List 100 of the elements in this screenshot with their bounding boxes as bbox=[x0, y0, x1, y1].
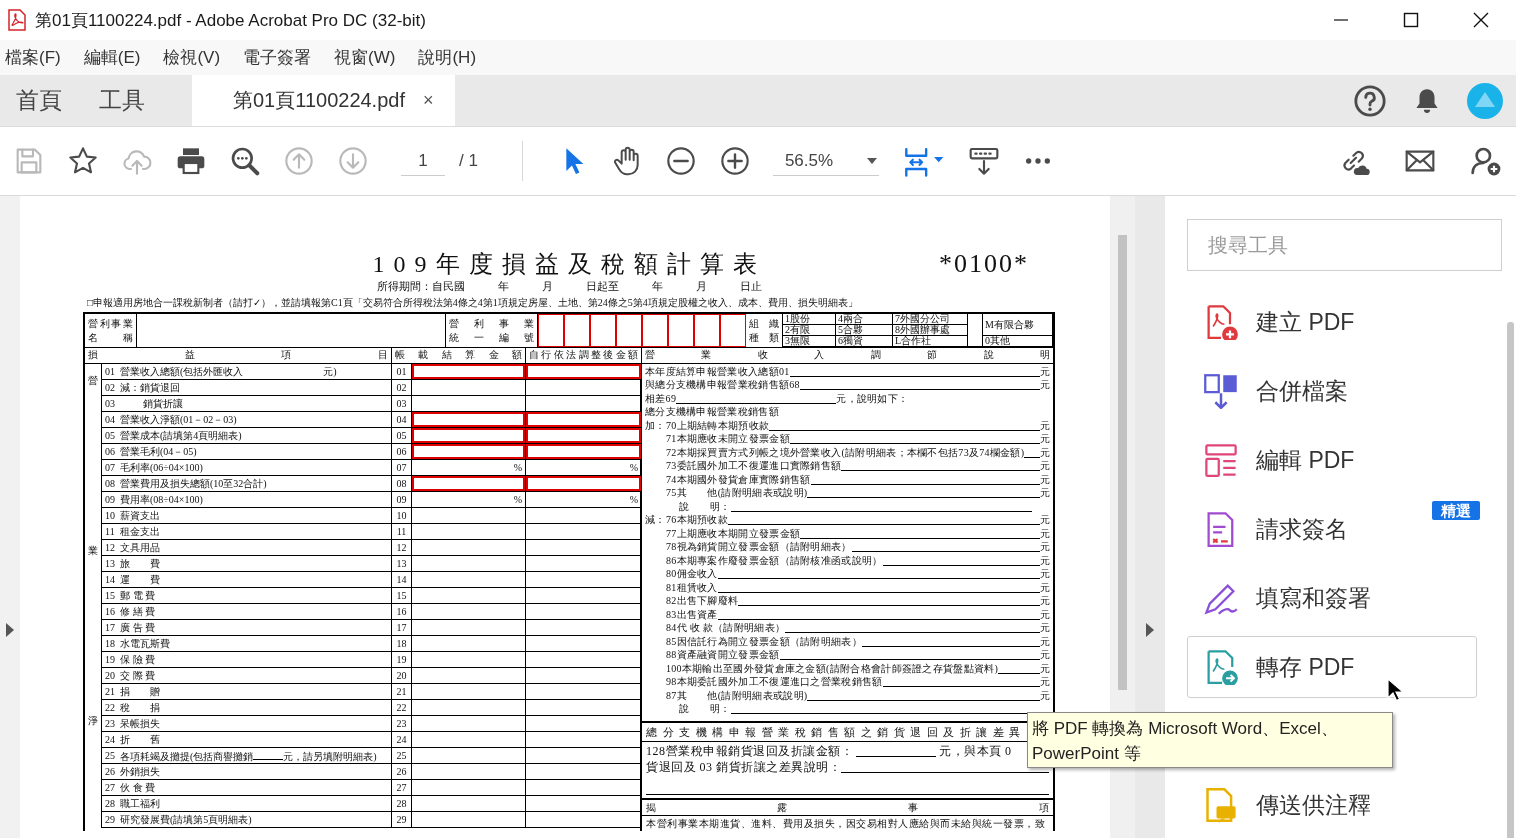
search-field[interactable]: 搜尋工具 bbox=[1187, 219, 1502, 271]
tab[interactable]: 第01頁1100224.pdf × bbox=[192, 75, 455, 126]
menu-item[interactable]: 電子簽署 bbox=[243, 46, 312, 69]
line-label: 與總分支機構申報營業稅銷售額68 bbox=[645, 379, 800, 391]
line-label: 貨退回及 03 銷貨折讓之差異說明： bbox=[646, 760, 841, 774]
unit-label: 元 bbox=[1039, 541, 1050, 553]
menu-item[interactable]: 視窗(W) bbox=[334, 46, 396, 69]
search-icon[interactable] bbox=[229, 145, 261, 177]
unit-label: 元 bbox=[1039, 473, 1050, 486]
close-icon[interactable] bbox=[1472, 11, 1490, 29]
triangle-right-icon[interactable] bbox=[6, 623, 14, 637]
triangle-right-icon[interactable] bbox=[1146, 623, 1154, 637]
unit-label: 元 bbox=[1039, 419, 1050, 432]
row-code: 07 bbox=[392, 460, 412, 476]
tool-item[interactable]: 合併檔案 bbox=[1187, 360, 1477, 422]
row-code: 08 bbox=[392, 476, 412, 492]
option-label: 7外國分公司 bbox=[893, 314, 968, 325]
tool-item[interactable]: 編輯 PDF bbox=[1187, 429, 1477, 491]
field-label: 營利事業 bbox=[449, 316, 534, 331]
page-number-field[interactable]: 1 bbox=[401, 146, 445, 176]
line-label: 82出售下腳廢料 bbox=[666, 595, 739, 607]
option-label: M有限合夥 bbox=[983, 314, 1053, 336]
menu-item[interactable]: 檔案(F) bbox=[5, 46, 61, 69]
zoom-in-icon[interactable] bbox=[718, 145, 751, 177]
line-label: 說 明： bbox=[679, 703, 731, 715]
line-label: 100本期輸出至國外發貨倉庫之金額(請附合格會計師簽證之存貨盤點資料) bbox=[666, 662, 999, 675]
row-label: 薪資支出 bbox=[120, 509, 160, 523]
printer-icon[interactable] bbox=[175, 145, 207, 177]
digit-box bbox=[564, 314, 590, 347]
menu-item[interactable]: 說明(H) bbox=[418, 46, 477, 69]
unit-label: 元 bbox=[1039, 581, 1050, 594]
row-number: 23 bbox=[105, 717, 115, 731]
column-header: 損益項目 bbox=[85, 348, 392, 363]
option-label: 1股份 bbox=[783, 314, 836, 325]
tool-item[interactable]: 填寫和簽署 bbox=[1187, 567, 1477, 629]
unit-label: 元 bbox=[1039, 365, 1050, 378]
menu-item[interactable]: 檢視(V) bbox=[163, 46, 221, 69]
line-label: 70上期結轉本期預收款 bbox=[666, 419, 770, 432]
line-label: 71本期應收未開立發票金額 bbox=[666, 433, 790, 445]
tooltip: 將 PDF 轉換為 Microsoft Word、Excel、PowerPoint 等 bbox=[1027, 712, 1393, 768]
period-line: 所得期間：自民國 年 月 日起至 年 月 日止 bbox=[376, 280, 762, 293]
row-label: 水電瓦斯費 bbox=[120, 637, 170, 651]
line-label: 72本期採買賣方式列帳之境外營業收入(請附明細表；本欄不包括73及74欄金額) bbox=[666, 446, 1025, 459]
tool-item[interactable]: 請求簽名 精選 bbox=[1187, 498, 1477, 560]
row-number: 02 bbox=[105, 381, 115, 395]
option-label: 4兩合 bbox=[836, 314, 893, 325]
scroll-icon[interactable] bbox=[967, 145, 1000, 177]
row-label: 費用率(08÷04×100) bbox=[120, 493, 203, 507]
digit-box bbox=[668, 314, 694, 347]
line-label: 78視為銷貨開立發票金額（請附明細表） bbox=[666, 541, 852, 553]
scrollbar-thumb[interactable] bbox=[1507, 322, 1514, 838]
group-label: 加： bbox=[645, 418, 666, 432]
line-label: 83出售資產 bbox=[666, 608, 718, 621]
help-icon[interactable] bbox=[1353, 83, 1387, 118]
tool-item[interactable]: 轉存 PDF bbox=[1187, 636, 1477, 698]
row-number: 03 bbox=[105, 397, 115, 411]
line-label: 87其 他(請附明細表或說明) bbox=[666, 689, 808, 702]
close-tab-button[interactable]: × bbox=[423, 90, 434, 111]
row-number: 13 bbox=[105, 557, 115, 571]
row-code: 10 bbox=[392, 508, 412, 524]
row-code: 20 bbox=[392, 668, 412, 684]
maximize-icon[interactable] bbox=[1402, 11, 1420, 29]
pdf-file-icon bbox=[8, 9, 26, 31]
row-code: 25 bbox=[392, 748, 412, 764]
row-code: 17 bbox=[392, 620, 412, 636]
documents-merge-icon bbox=[1203, 373, 1239, 409]
row-label: 伙 食 費 bbox=[120, 781, 155, 795]
row-label: 減：銷貨退回 bbox=[120, 381, 180, 395]
mouse-cursor-icon bbox=[1387, 678, 1403, 702]
row-code: 21 bbox=[392, 684, 412, 700]
row-label: 營業成本(請填第4頁明細表) bbox=[120, 429, 242, 443]
tab[interactable]: 首頁 bbox=[0, 75, 83, 126]
unit-label: 元 bbox=[1039, 608, 1050, 621]
tool-item[interactable]: 建立 PDF bbox=[1187, 291, 1477, 353]
row-code: 29 bbox=[392, 812, 412, 828]
digit-box bbox=[538, 314, 564, 347]
zoom-out-icon[interactable] bbox=[664, 145, 697, 177]
row-number: 24 bbox=[105, 733, 115, 747]
edit-document-icon bbox=[1203, 442, 1239, 478]
row-number: 10 bbox=[105, 509, 115, 523]
tool-item[interactable]: 傳送供注釋 bbox=[1187, 774, 1477, 836]
row-number: 21 bbox=[105, 685, 115, 699]
option-label: L合作社 bbox=[893, 336, 968, 347]
unit-label: 元 bbox=[1039, 554, 1050, 567]
zoom-dropdown[interactable]: 56.5% bbox=[772, 146, 879, 176]
line-label: 元，與本頁 0 bbox=[939, 744, 1012, 758]
row-number: 28 bbox=[105, 797, 115, 811]
option-label: 0其他 bbox=[983, 336, 1053, 347]
row-label: 呆帳損失 bbox=[120, 717, 160, 731]
row-number: 20 bbox=[105, 669, 115, 683]
row-label: 交 際 費 bbox=[120, 669, 155, 683]
field-label: 營利事業 bbox=[88, 316, 133, 331]
tab[interactable]: 工具 bbox=[83, 75, 166, 126]
field-label: 種類 bbox=[749, 330, 779, 345]
scrollbar-thumb[interactable] bbox=[1118, 235, 1127, 690]
unit-label: 元 bbox=[1039, 514, 1050, 526]
row-number: 01 bbox=[105, 365, 115, 379]
line-label: 74本期國外發貨倉庫實際銷售額 bbox=[666, 473, 811, 486]
menu-item[interactable]: 編輯(E) bbox=[83, 46, 141, 69]
add-user-icon[interactable] bbox=[1470, 145, 1502, 177]
